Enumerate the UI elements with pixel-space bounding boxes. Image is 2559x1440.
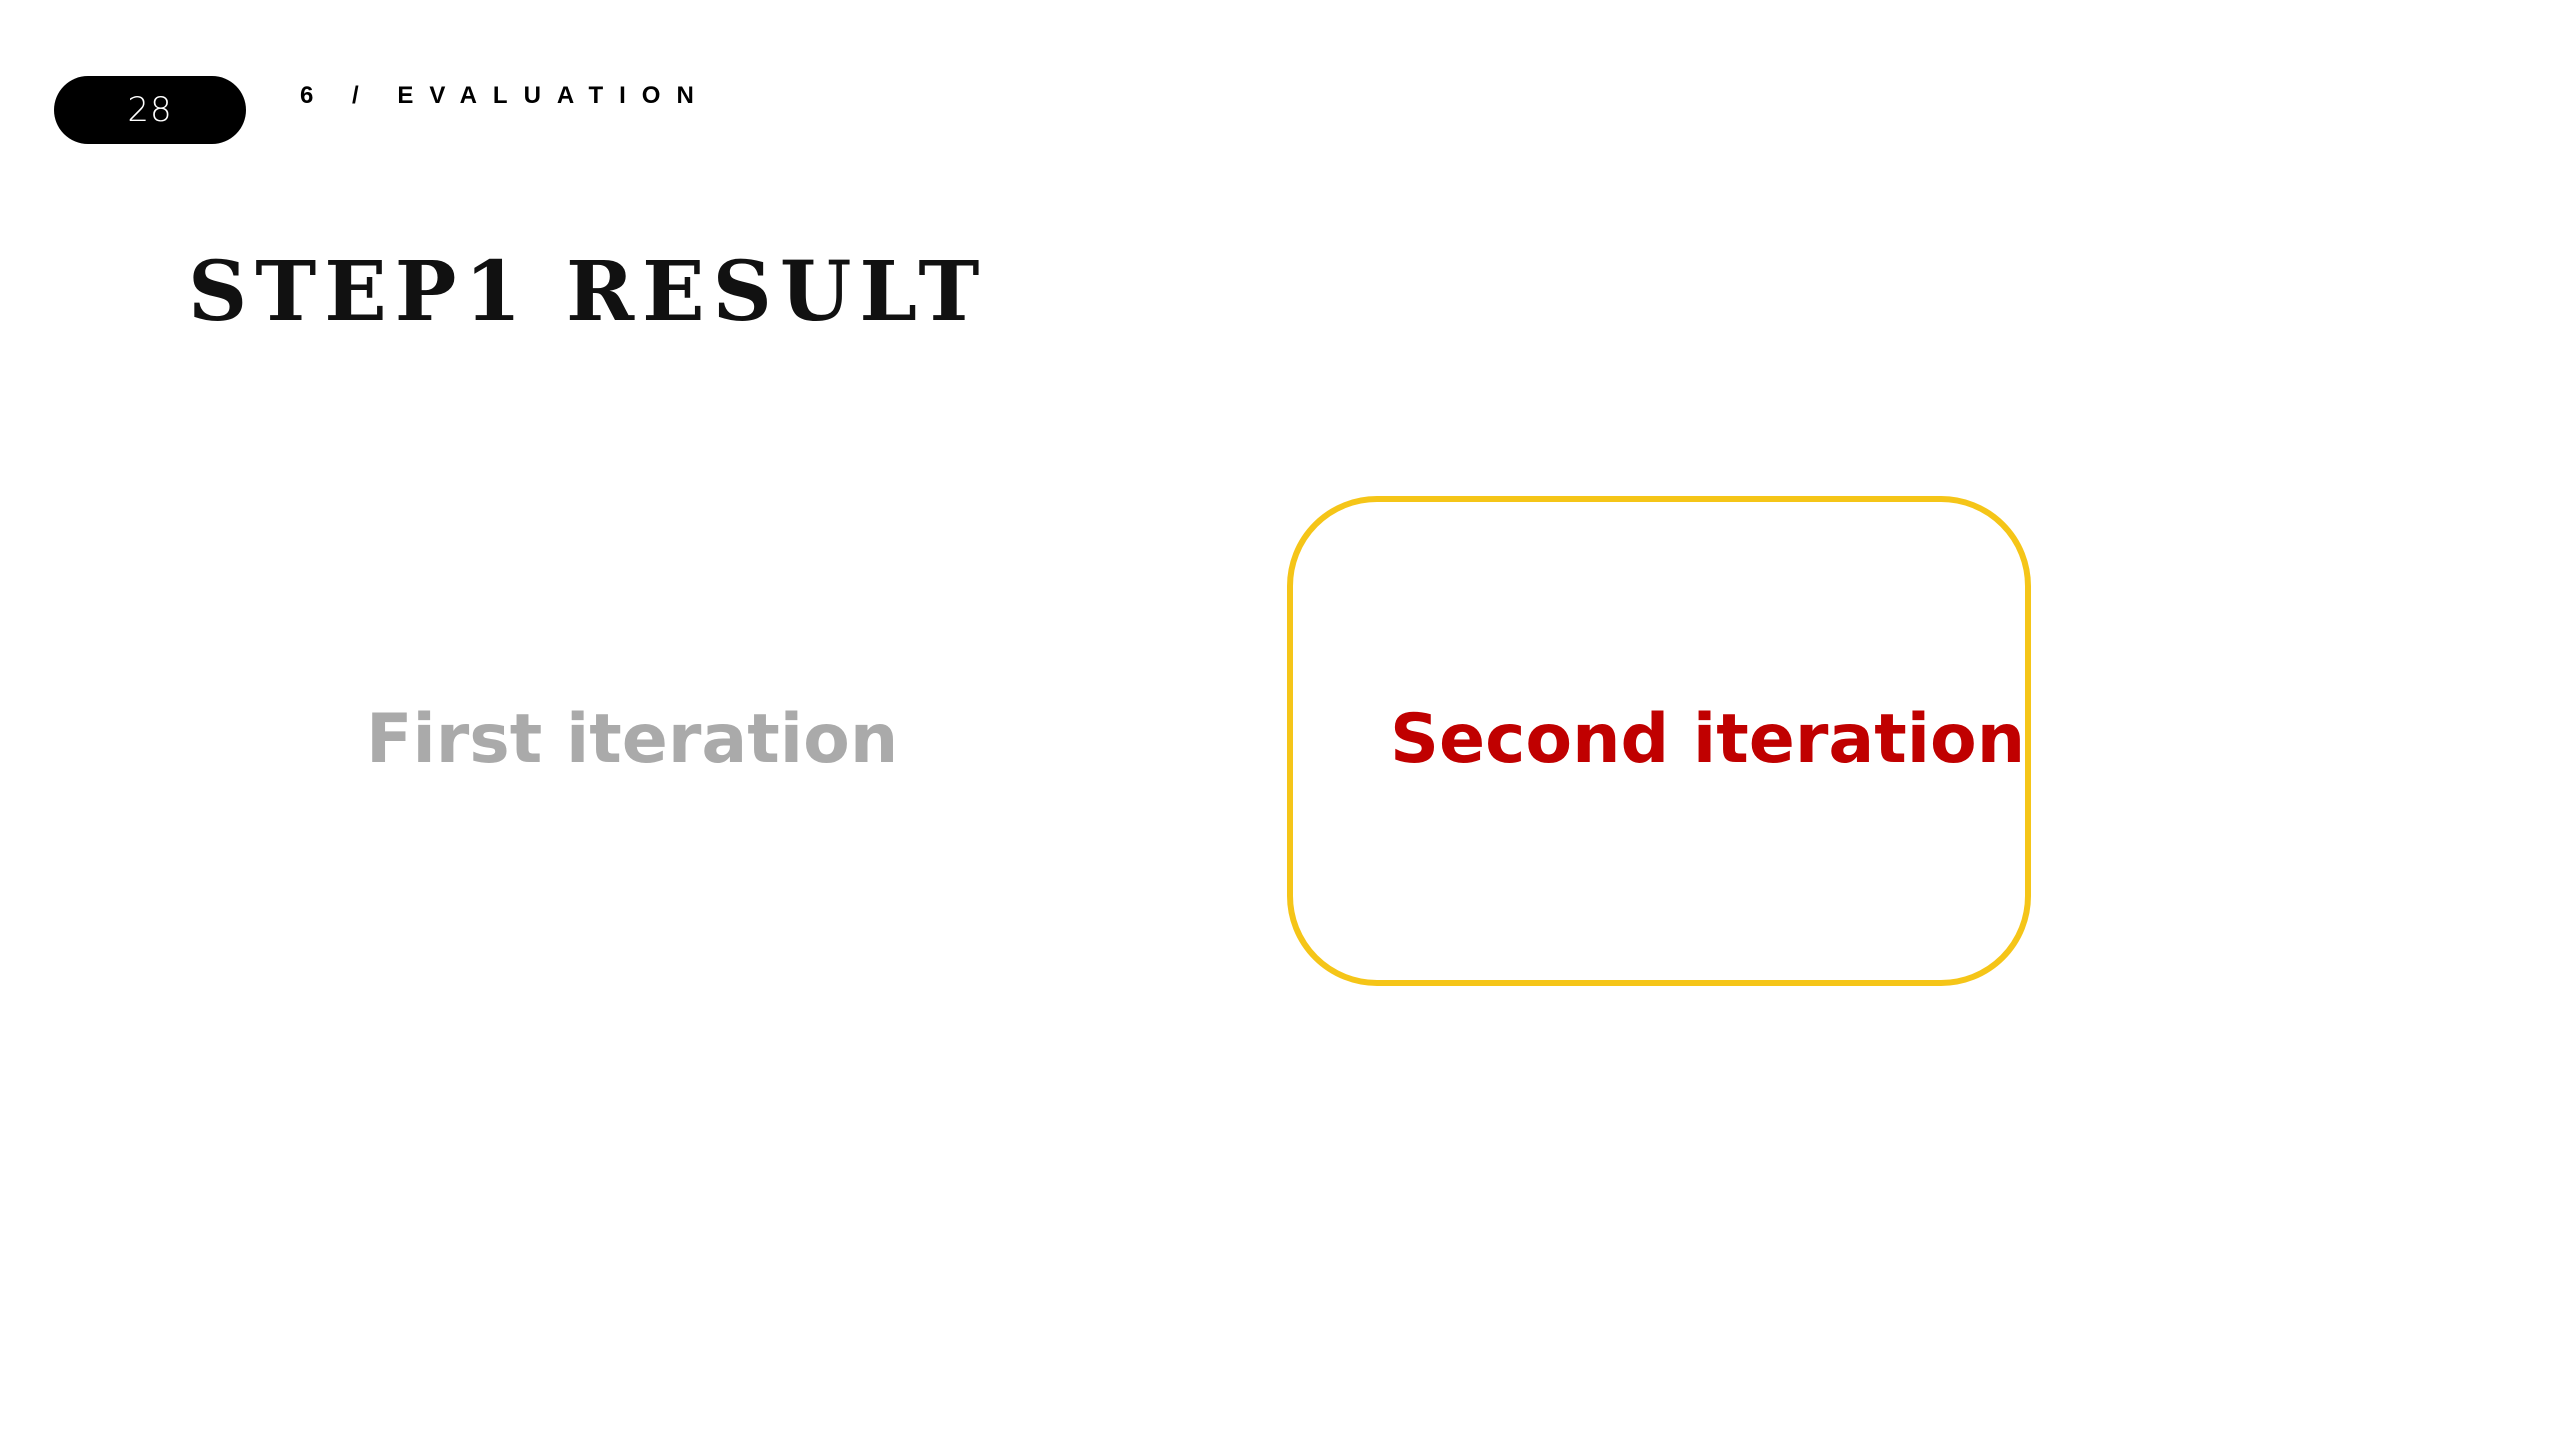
page-number-badge: 28	[54, 76, 246, 144]
first-iteration-label: First iteration	[366, 700, 899, 779]
slide-title: STEP1 RESULT	[188, 244, 988, 340]
section-label: 6 / EVALUATION	[300, 82, 710, 109]
second-iteration-label: Second iteration	[1390, 700, 2026, 779]
page-number: 28	[127, 90, 173, 130]
